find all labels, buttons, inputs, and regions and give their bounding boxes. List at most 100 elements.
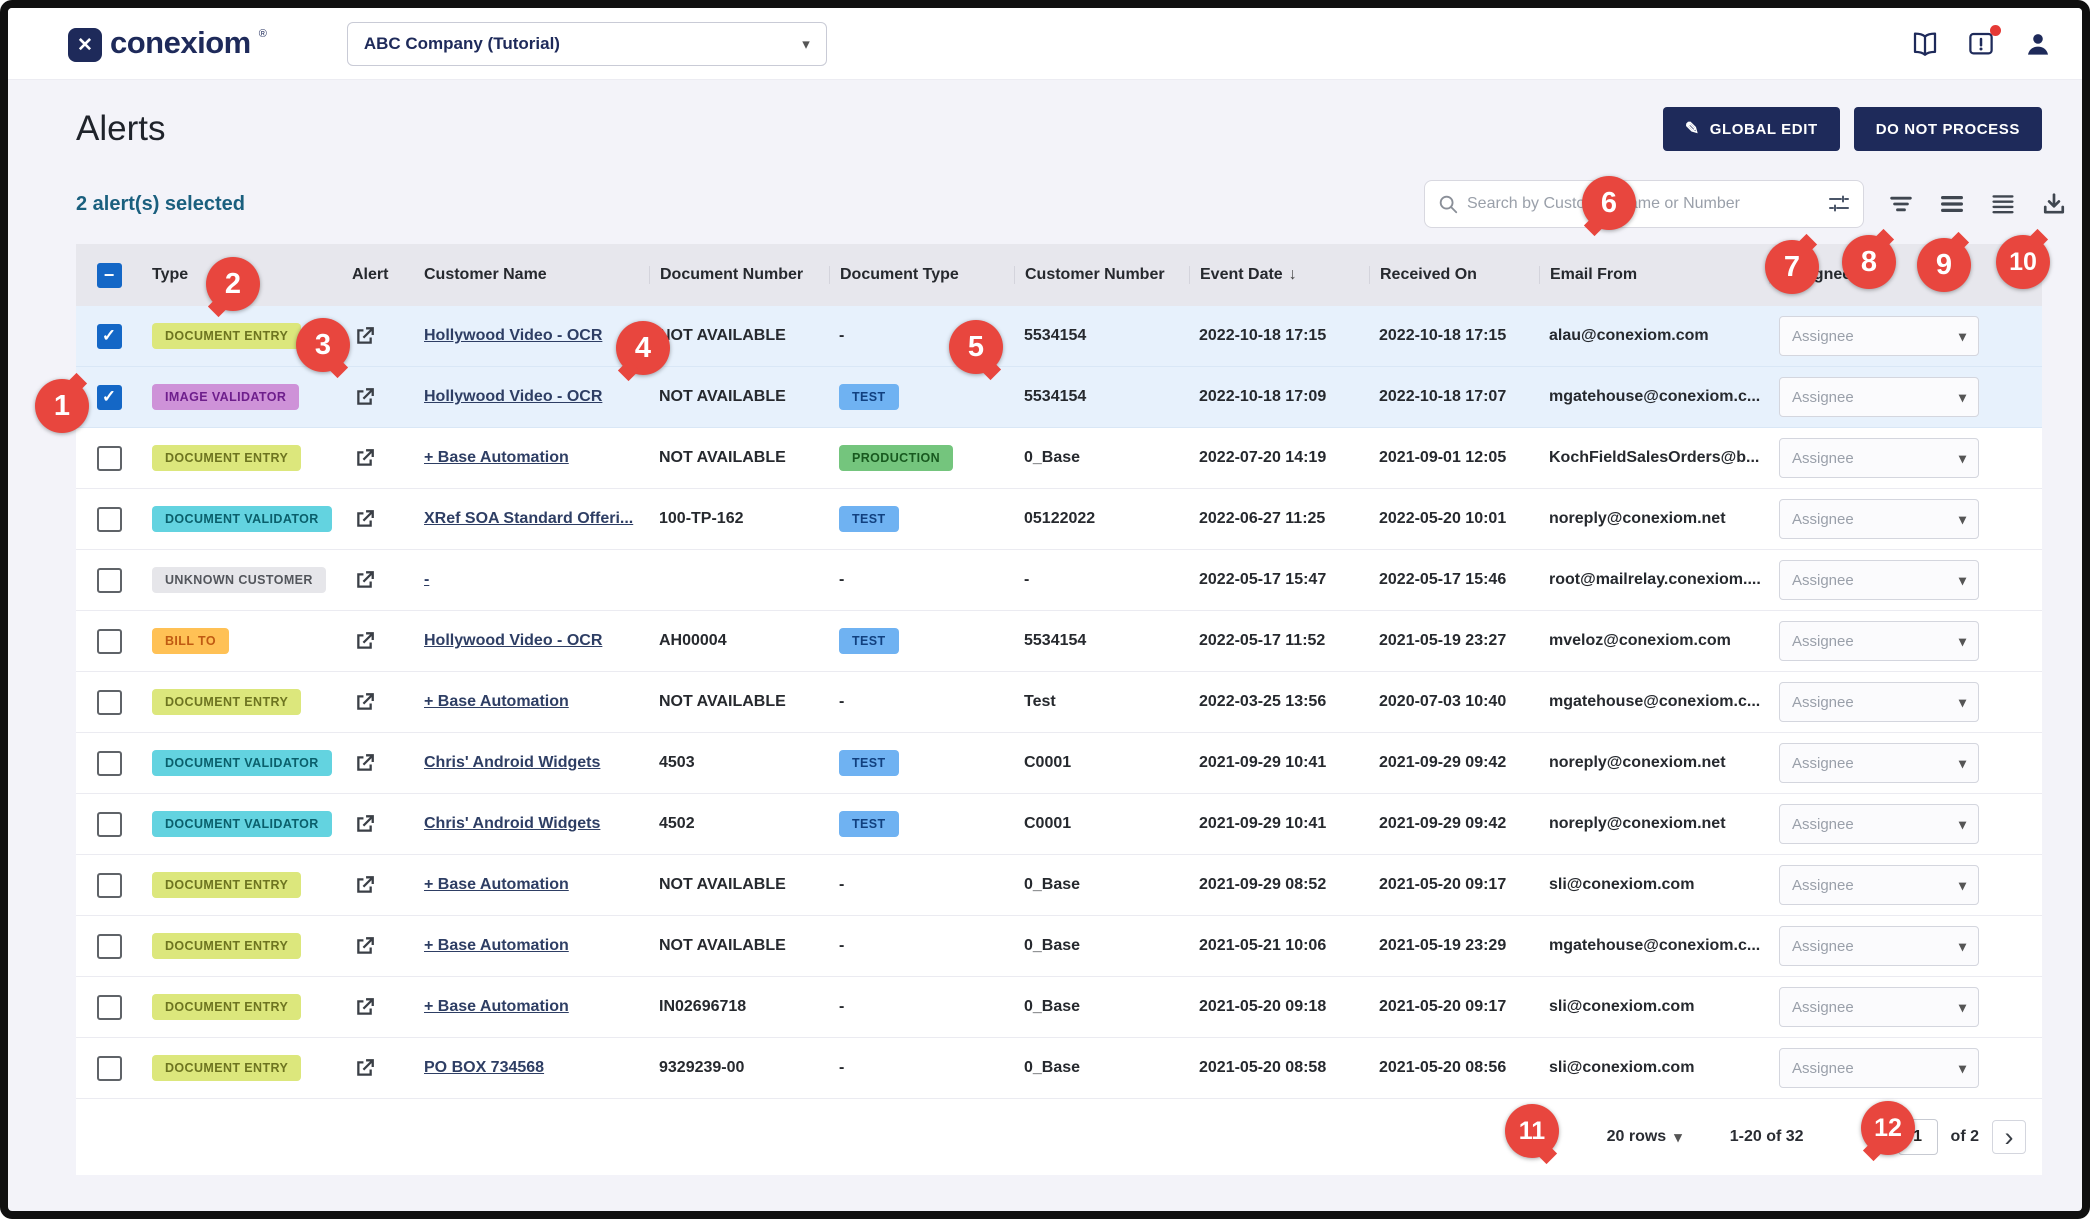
open-alert-icon[interactable] — [352, 934, 414, 959]
open-alert-icon[interactable] — [352, 995, 414, 1020]
column-header-customer-name[interactable]: Customer Name — [414, 266, 649, 284]
assignee-dropdown[interactable]: Assignee▾ — [1779, 865, 1979, 905]
row-checkbox[interactable] — [97, 690, 122, 715]
open-alert-icon[interactable] — [352, 629, 414, 654]
customer-name-link[interactable]: Hollywood Video - OCR — [424, 388, 602, 405]
customer-name-link[interactable]: + Base Automation — [424, 693, 569, 710]
open-alert-icon[interactable] — [352, 873, 414, 898]
column-view-icon[interactable] — [1989, 190, 2017, 218]
assignee-placeholder: Assignee — [1792, 389, 1854, 406]
assignee-placeholder: Assignee — [1792, 694, 1854, 711]
customer-number-cell: 05122022 — [1014, 510, 1189, 528]
sort-filter-icon[interactable] — [1887, 190, 1915, 218]
assignee-dropdown[interactable]: Assignee▾ — [1779, 682, 1979, 722]
row-checkbox[interactable] — [97, 873, 122, 898]
column-header-received-on[interactable]: Received On — [1369, 266, 1539, 284]
top-bar: ✕ conexiom ® ABC Company (Tutorial) ▾ — [8, 8, 2082, 80]
chevron-down-icon: ▾ — [1959, 877, 1966, 894]
alert-cell — [342, 507, 414, 532]
row-checkbox[interactable] — [97, 934, 122, 959]
column-header-alert[interactable]: Alert — [342, 266, 414, 284]
docs-book-icon[interactable] — [1910, 29, 1940, 59]
customer-name-link[interactable]: XRef SOA Standard Offeri... — [424, 510, 633, 527]
row-checkbox[interactable] — [97, 629, 122, 654]
chevron-down-icon: ▾ — [1959, 755, 1966, 772]
account-icon[interactable] — [2022, 28, 2054, 60]
sort-descending-icon[interactable]: ↓ — [1289, 266, 1297, 284]
global-edit-button[interactable]: ✎ GLOBAL EDIT — [1663, 107, 1840, 151]
assignee-dropdown[interactable]: Assignee▾ — [1779, 438, 1979, 478]
received-on-cell: 2021-09-29 09:42 — [1369, 754, 1539, 772]
customer-name-link[interactable]: + Base Automation — [424, 937, 569, 954]
row-checkbox[interactable] — [97, 751, 122, 776]
row-checkbox[interactable] — [97, 995, 122, 1020]
assignee-dropdown[interactable]: Assignee▾ — [1779, 926, 1979, 966]
next-page-button[interactable]: › — [1992, 1120, 2026, 1154]
column-header-event-date[interactable]: Event Date ↓ — [1189, 266, 1369, 284]
assignee-placeholder: Assignee — [1792, 572, 1854, 589]
open-alert-icon[interactable] — [352, 324, 414, 349]
customer-number-cell: Test — [1014, 693, 1189, 711]
row-checkbox[interactable] — [97, 1056, 122, 1081]
notifications-icon[interactable] — [1966, 29, 1996, 59]
open-alert-icon[interactable] — [352, 751, 414, 776]
column-header-assignee[interactable]: Assignee — [1769, 266, 2042, 284]
checkbox-cell — [76, 995, 142, 1020]
column-header-customer-number[interactable]: Customer Number — [1014, 266, 1189, 284]
do-not-process-button[interactable]: DO NOT PROCESS — [1854, 107, 2042, 151]
open-alert-icon[interactable] — [352, 568, 414, 593]
table-header-row: − Type Alert Customer Name Document Numb… — [76, 244, 2042, 306]
row-checkbox[interactable] — [97, 568, 122, 593]
assignee-dropdown[interactable]: Assignee▾ — [1779, 499, 1979, 539]
customer-name-link[interactable]: - — [424, 571, 429, 588]
customer-name-link[interactable]: + Base Automation — [424, 876, 569, 893]
open-alert-icon[interactable] — [352, 507, 414, 532]
table-row: ✓DOCUMENT ENTRYHollywood Video - OCRNOT … — [76, 306, 2042, 367]
type-badge: DOCUMENT VALIDATOR — [152, 811, 332, 837]
page-number-input[interactable] — [1898, 1119, 1938, 1155]
open-alert-icon[interactable] — [352, 1056, 414, 1081]
assignee-dropdown[interactable]: Assignee▾ — [1779, 377, 1979, 417]
column-header-type[interactable]: Type — [142, 266, 342, 284]
alerts-table: − Type Alert Customer Name Document Numb… — [76, 244, 2042, 1175]
document-number-cell: NOT AVAILABLE — [649, 327, 829, 345]
column-header-document-number[interactable]: Document Number — [649, 266, 829, 284]
select-all-checkbox[interactable]: − — [97, 263, 122, 288]
assignee-dropdown[interactable]: Assignee▾ — [1779, 987, 1979, 1027]
download-icon[interactable] — [2040, 190, 2068, 218]
rows-per-page-dropdown[interactable]: 20 rows ▾ — [1607, 1128, 1682, 1146]
column-header-document-type[interactable]: Document Type — [829, 266, 1014, 284]
customer-name-link[interactable]: PO BOX 734568 — [424, 1059, 544, 1076]
received-on-cell: 2022-10-18 17:07 — [1369, 388, 1539, 406]
customer-name-link[interactable]: Hollywood Video - OCR — [424, 327, 602, 344]
row-density-icon[interactable] — [1938, 190, 1966, 218]
assignee-dropdown[interactable]: Assignee▾ — [1779, 743, 1979, 783]
open-alert-icon[interactable] — [352, 385, 414, 410]
open-alert-icon[interactable] — [352, 812, 414, 837]
assignee-dropdown[interactable]: Assignee▾ — [1779, 621, 1979, 661]
row-checkbox[interactable] — [97, 507, 122, 532]
search-box[interactable] — [1424, 180, 1864, 228]
search-input[interactable] — [1467, 195, 1819, 213]
search-filter-settings-icon[interactable] — [1827, 192, 1851, 216]
chevron-down-icon: ▾ — [1674, 1128, 1682, 1146]
customer-name-link[interactable]: Chris' Android Widgets — [424, 754, 600, 771]
chevron-down-icon: ▾ — [1959, 572, 1966, 589]
open-alert-icon[interactable] — [352, 690, 414, 715]
previous-page-button[interactable]: ‹ — [1868, 1124, 1885, 1151]
customer-name-link[interactable]: Chris' Android Widgets — [424, 815, 600, 832]
customer-name-link[interactable]: + Base Automation — [424, 449, 569, 466]
assignee-dropdown[interactable]: Assignee▾ — [1779, 316, 1979, 356]
company-selector-dropdown[interactable]: ABC Company (Tutorial) ▾ — [347, 22, 827, 66]
row-checkbox[interactable] — [97, 446, 122, 471]
open-alert-icon[interactable] — [352, 446, 414, 471]
customer-name-link[interactable]: Hollywood Video - OCR — [424, 632, 602, 649]
row-checkbox[interactable] — [97, 812, 122, 837]
row-checkbox[interactable]: ✓ — [97, 385, 122, 410]
column-header-email-from[interactable]: Email From — [1539, 266, 1769, 284]
assignee-dropdown[interactable]: Assignee▾ — [1779, 804, 1979, 844]
row-checkbox[interactable]: ✓ — [97, 324, 122, 349]
customer-name-link[interactable]: + Base Automation — [424, 998, 569, 1015]
assignee-dropdown[interactable]: Assignee▾ — [1779, 1048, 1979, 1088]
assignee-dropdown[interactable]: Assignee ▾ — [1779, 560, 1979, 600]
